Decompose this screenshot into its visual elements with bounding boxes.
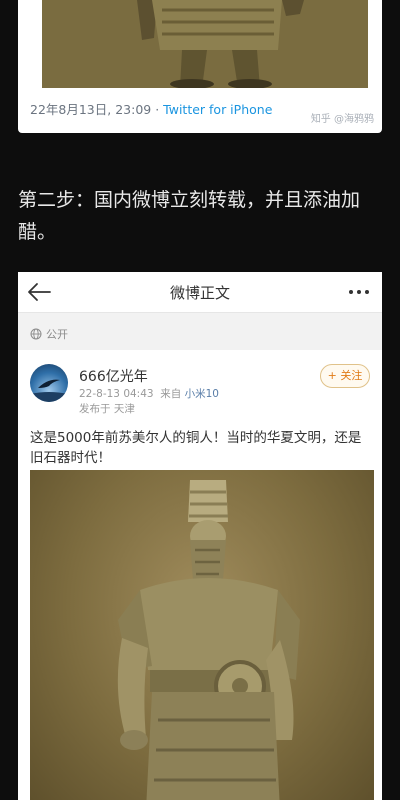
follow-button[interactable]: + 关注 <box>320 364 370 388</box>
privacy-label: 公开 <box>46 328 68 341</box>
post-meta: 22-8-13 04:43 来自 小米10 发布于 天津 <box>79 387 219 417</box>
statue-legs-illustration <box>42 0 368 88</box>
post-source-prefix: 来自 <box>160 388 182 400</box>
more-options-button[interactable] <box>346 280 372 304</box>
post-statue-image[interactable] <box>30 470 374 800</box>
post-date: 22-8-13 04:43 <box>79 388 154 400</box>
weibo-page-title: 微博正文 <box>169 284 230 302</box>
post-device-link[interactable]: 小米10 <box>185 388 219 400</box>
post-body-text: 这是5000年前苏美尔人的铜人！当时的华夏文明，还是旧石器时代！ <box>30 430 362 466</box>
weibo-nav-bar: 微博正文 <box>18 272 382 313</box>
tweet-separator: · <box>151 102 164 117</box>
tweet-source-link[interactable]: Twitter for iPhone <box>163 102 272 117</box>
privacy-indicator: 公开 <box>30 326 68 342</box>
more-dots-icon <box>349 290 369 294</box>
tweet-statue-image[interactable] <box>42 0 368 88</box>
globe-icon <box>30 328 42 340</box>
weibo-post: 666亿光年 22-8-13 04:43 来自 小米10 发布于 天津 + 关注… <box>18 350 382 800</box>
step-description: 第二步：国内微博立刻转载，并且添油加醋。 <box>18 189 361 243</box>
avatar[interactable] <box>30 364 68 402</box>
zhihu-watermark: 知乎 @海鸦鸦 <box>310 114 374 125</box>
post-location: 发布于 天津 <box>79 403 135 415</box>
tweet-meta: 22年8月13日, 23:09 · Twitter for iPhone <box>30 99 272 118</box>
bird-avatar-icon <box>30 379 68 402</box>
poster-username[interactable]: 666亿光年 <box>79 366 148 386</box>
tweet-card: 22年8月13日, 23:09 · Twitter for iPhone 知乎 … <box>18 0 382 133</box>
weibo-screenshot: 微博正文 公开 666亿光年 22-8-13 04:43 来自 小米10 发布于… <box>18 272 382 800</box>
tweet-timestamp: 22年8月13日, 23:09 <box>30 102 152 117</box>
bronze-statue-illustration <box>117 480 300 800</box>
